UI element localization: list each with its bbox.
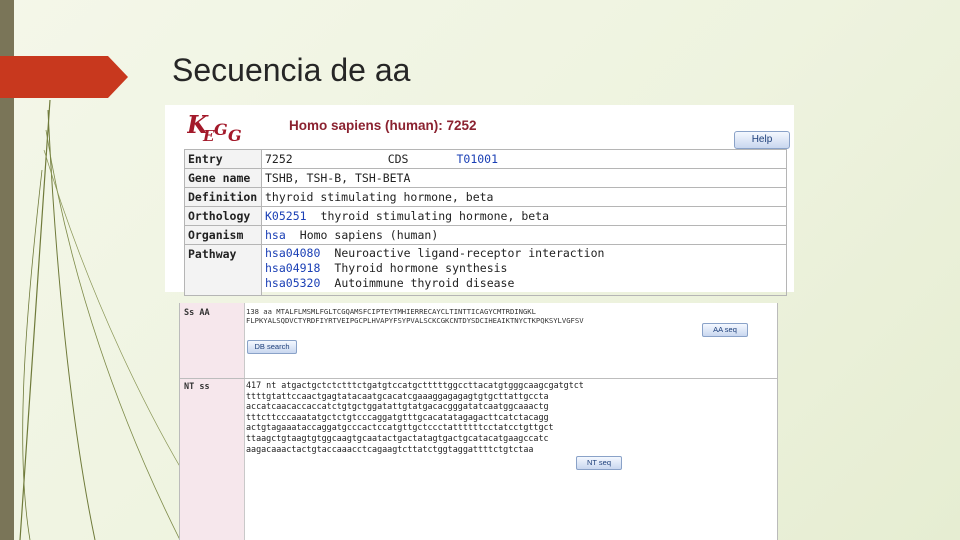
pathway-name: Neuroactive ligand-receptor interaction xyxy=(334,246,605,260)
nt-line: ttaagctgtaagtgtggcaagtgcaatactgactatagtg… xyxy=(246,432,549,443)
aa-sequence-text: 138 aa MTALFLMSMLFGLTCGQAMSFCIPTEYTMHIER… xyxy=(246,307,706,325)
kegg-entry-panel: K E G G Homo sapiens (human): 7252 Help … xyxy=(165,105,794,296)
nt-line: 417 nt atgactgctctctttctgatgtccatgcttttt… xyxy=(246,380,584,390)
pathway-id-link[interactable]: hsa04918 xyxy=(265,261,320,275)
pathway-item: hsa04918 Thyroid hormone synthesis xyxy=(265,261,783,276)
kegg-heading: Homo sapiens (human): 7252 xyxy=(289,118,477,133)
db-search-button[interactable]: DB search xyxy=(247,340,297,354)
entry-label: Entry xyxy=(184,149,262,169)
organism-value: hsa Homo sapiens (human) xyxy=(261,225,787,245)
table-row-pathway: Pathway hsa04080 Neuroactive ligand-recep… xyxy=(184,244,787,296)
entry-t-number-link[interactable]: T01001 xyxy=(456,152,498,166)
pathway-item: hsa04080 Neuroactive ligand-receptor inte… xyxy=(265,246,783,261)
orthology-label: Orthology xyxy=(184,206,262,226)
title-arrow-tab xyxy=(0,56,128,98)
pathway-values: hsa04080 Neuroactive ligand-receptor inte… xyxy=(261,244,787,296)
svg-text:G: G xyxy=(214,120,228,139)
slide-title: Secuencia de aa xyxy=(172,52,411,88)
nt-line: accatcaacaccaccatctgtgctggatattgtatgacac… xyxy=(246,401,549,412)
table-row-gene-name: Gene name TSHB, TSH-B, TSH-BETA xyxy=(184,168,787,188)
pathway-id-link[interactable]: hsa04080 xyxy=(265,246,320,260)
organism-label: Organism xyxy=(184,225,262,245)
organism-name: Homo sapiens (human) xyxy=(299,228,439,242)
aa-line: 138 aa MTALFLMSMLFGLTCGQAMSFCIPTEYTMHIER… xyxy=(246,307,536,316)
orthology-value: K05251 thyroid stimulating hormone, beta xyxy=(261,206,787,226)
aa-line: FLPKYALSQDVCTYRDFIYRTVEIPGCPLHVAPYFSYPVA… xyxy=(246,316,584,325)
help-button[interactable]: Help xyxy=(734,131,790,149)
kegg-logo: K E G G xyxy=(187,111,242,145)
entry-value: 7252 CDS T01001 xyxy=(261,149,787,169)
definition-label: Definition xyxy=(184,187,262,207)
gene-name-label: Gene name xyxy=(184,168,262,188)
nt-line: aagacaaactactgtaccaaacctcagaagtcttatctgg… xyxy=(246,443,534,454)
orthology-name: thyroid stimulating hormone, beta xyxy=(320,209,550,223)
nt-sequence-text: 417 nt atgactgctctctttctgatgtccatgcttttt… xyxy=(246,380,776,454)
table-row-organism: Organism hsa Homo sapiens (human) xyxy=(184,225,787,245)
kegg-entry-table: Entry 7252 CDS T01001 Gene name TSHB, TSH-… xyxy=(184,149,787,296)
nt-line: actgtagaaataccaggatgcccactccatgttgctccct… xyxy=(246,422,554,433)
nt-label: NT ss xyxy=(184,382,210,392)
nt-seq-button[interactable]: NT seq xyxy=(576,456,622,470)
entry-type: CDS xyxy=(387,152,409,166)
table-row-orthology: Orthology K05251 thyroid stimulating horm… xyxy=(184,206,787,226)
aa-seq-button[interactable]: AA seq xyxy=(702,323,748,337)
sequence-label-column xyxy=(180,303,245,540)
svg-text:G: G xyxy=(228,126,242,145)
pathway-item: hsa05320 Autoimmune thyroid disease xyxy=(265,276,783,291)
nt-line: ttttgtattccaactgagtatacaatgcacatcgaaagga… xyxy=(246,390,549,401)
definition-value: thyroid stimulating hormone, beta xyxy=(261,187,787,207)
entry-id: 7252 xyxy=(265,152,293,166)
organism-code-link[interactable]: hsa xyxy=(265,228,286,242)
pathway-name: Thyroid hormone synthesis xyxy=(334,261,508,275)
table-row-entry: Entry 7252 CDS T01001 xyxy=(184,149,787,169)
sequence-panel: Ss AA 138 aa MTALFLMSMLFGLTCGQAMSFCIPTEY… xyxy=(179,303,778,540)
orthology-ko-link[interactable]: K05251 xyxy=(265,209,307,223)
pathway-name: Autoimmune thyroid disease xyxy=(334,276,515,290)
nt-line: tttcttcccaaatatgctctgtcccaggatgtttgcacat… xyxy=(246,411,549,422)
pathway-label: Pathway xyxy=(184,244,262,296)
sequence-divider xyxy=(180,378,777,379)
aa-label: Ss AA xyxy=(184,308,210,318)
gene-name-value: TSHB, TSH-B, TSH-BETA xyxy=(261,168,787,188)
pathway-id-link[interactable]: hsa05320 xyxy=(265,276,320,290)
table-row-definition: Definition thyroid stimulating hormone, … xyxy=(184,187,787,207)
